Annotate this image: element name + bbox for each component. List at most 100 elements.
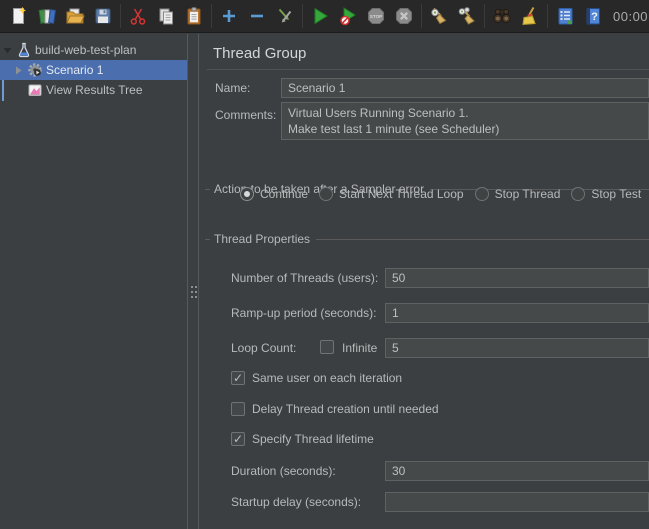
name-row: Name: [199,78,649,98]
new-file-button[interactable] [5,2,33,30]
fieldset-dash [205,189,210,190]
duration-row: Duration (seconds): [199,461,649,481]
startup-delay-label: Startup delay (seconds): [231,495,361,509]
shutdown-x-icon [394,6,414,26]
loop-count-input[interactable] [385,338,649,358]
num-threads-input[interactable] [385,268,649,288]
infinite-label: Infinite [342,341,377,355]
plus-button[interactable] [215,2,243,30]
chevron-right-icon[interactable] [14,66,23,75]
tree-item-label: build-web-test-plan [35,43,136,57]
save-icon [93,6,113,26]
toolbar-separator [484,4,485,28]
name-label: Name: [215,81,250,95]
search-reset-button[interactable] [516,2,544,30]
radio-label: Stop Thread [495,187,561,201]
duration-label: Duration (seconds): [231,464,336,478]
title-separator [207,69,649,70]
stop-button[interactable]: STOP [362,2,390,30]
num-threads-label: Number of Threads (users): [231,271,378,285]
paste-clipboard-icon [184,6,204,26]
minus-button[interactable] [243,2,271,30]
delay-thread-creation-label: Delay Thread creation until needed [252,402,439,416]
loop-count-row: Loop Count: Infinite [199,338,649,358]
paste-button[interactable] [180,2,208,30]
function-helper-button[interactable] [551,2,579,30]
name-input[interactable] [281,78,649,98]
search-button[interactable] [488,2,516,30]
start-play-icon [310,6,330,26]
help-button[interactable]: ? [579,2,607,30]
open-file-button[interactable] [61,2,89,30]
ramp-up-label: Ramp-up period (seconds): [231,306,376,320]
comments-line: Make test last 1 minute (see Scheduler) [288,121,642,137]
same-user-row[interactable]: Same user on each iteration [231,370,402,386]
ramp-up-input[interactable] [385,303,649,323]
templates-icon [37,6,57,26]
tree-item-scenario-1[interactable]: Scenario 1 [0,60,187,80]
templates-button[interactable] [33,2,61,30]
tree-item-label: View Results Tree [46,83,143,97]
copy-icon [156,6,176,26]
same-user-checkbox[interactable] [231,371,245,385]
specify-lifetime-label: Specify Thread lifetime [252,432,374,446]
help-book-icon: ? [583,6,603,26]
function-helper-list-icon [555,6,575,26]
cut-button[interactable] [124,2,152,30]
toolbar: STOP [0,0,649,33]
shutdown-button[interactable] [390,2,418,30]
delay-thread-creation-checkbox[interactable] [231,402,245,416]
thread-properties-title: Thread Properties [214,232,310,246]
cut-scissors-icon [128,6,148,26]
duration-input[interactable] [385,461,649,481]
ramp-up-row: Ramp-up period (seconds): [199,303,649,323]
radio-stop-test[interactable]: Stop Test [571,187,641,201]
toggle-button[interactable] [271,2,299,30]
radio-start-next-thread-loop[interactable]: Start Next Thread Loop [319,187,464,201]
radio-icon[interactable] [240,187,254,201]
toolbar-separator [547,4,548,28]
sampler-error-options: Continue Start Next Thread Loop Stop Thr… [240,186,641,202]
results-chart-icon [27,82,43,98]
num-threads-row: Number of Threads (users): [199,268,649,288]
chevron-down-icon[interactable] [3,46,12,55]
stop-icon: STOP [366,6,386,26]
search-reset-broom-icon [520,6,540,26]
clear-button[interactable] [425,2,453,30]
radio-stop-thread[interactable]: Stop Thread [475,187,561,201]
svg-text:?: ? [591,11,598,23]
specify-lifetime-row[interactable]: Specify Thread lifetime [231,431,374,447]
radio-icon[interactable] [319,187,333,201]
start-no-pauses-icon [338,6,358,26]
radio-icon[interactable] [475,187,489,201]
start-button[interactable] [306,2,334,30]
page-title: Thread Group [213,45,306,62]
specify-lifetime-checkbox[interactable] [231,432,245,446]
loop-count-label: Loop Count: [231,341,296,355]
save-button[interactable] [89,2,117,30]
radio-label: Continue [260,187,308,201]
comments-row: Comments: Virtual Users Running Scenario… [199,102,649,140]
startup-delay-input[interactable] [385,492,649,512]
tree-item-view-results-tree[interactable]: View Results Tree [0,80,187,100]
tree-item-test-plan[interactable]: build-web-test-plan [0,40,187,60]
comments-input[interactable]: Virtual Users Running Scenario 1. Make t… [281,102,649,140]
radio-icon[interactable] [571,187,585,201]
elapsed-timer: 00:00:00 [613,9,649,24]
fieldset-dash [205,239,210,240]
svg-text:STOP: STOP [370,14,382,19]
infinite-checkbox[interactable] [320,340,334,354]
fieldset-line [316,239,649,240]
splitter-grip-icon[interactable] [191,286,193,288]
clear-all-button[interactable] [453,2,481,30]
minus-icon [247,6,267,26]
copy-button[interactable] [152,2,180,30]
radio-continue[interactable]: Continue [240,187,308,201]
toolbar-separator [302,4,303,28]
panel-splitter[interactable] [187,34,199,529]
clear-all-broom-icon [457,6,477,26]
toggle-arrows-icon [275,6,295,26]
same-user-label: Same user on each iteration [252,371,402,385]
delay-thread-creation-row[interactable]: Delay Thread creation until needed [231,401,439,417]
start-no-pauses-button[interactable] [334,2,362,30]
